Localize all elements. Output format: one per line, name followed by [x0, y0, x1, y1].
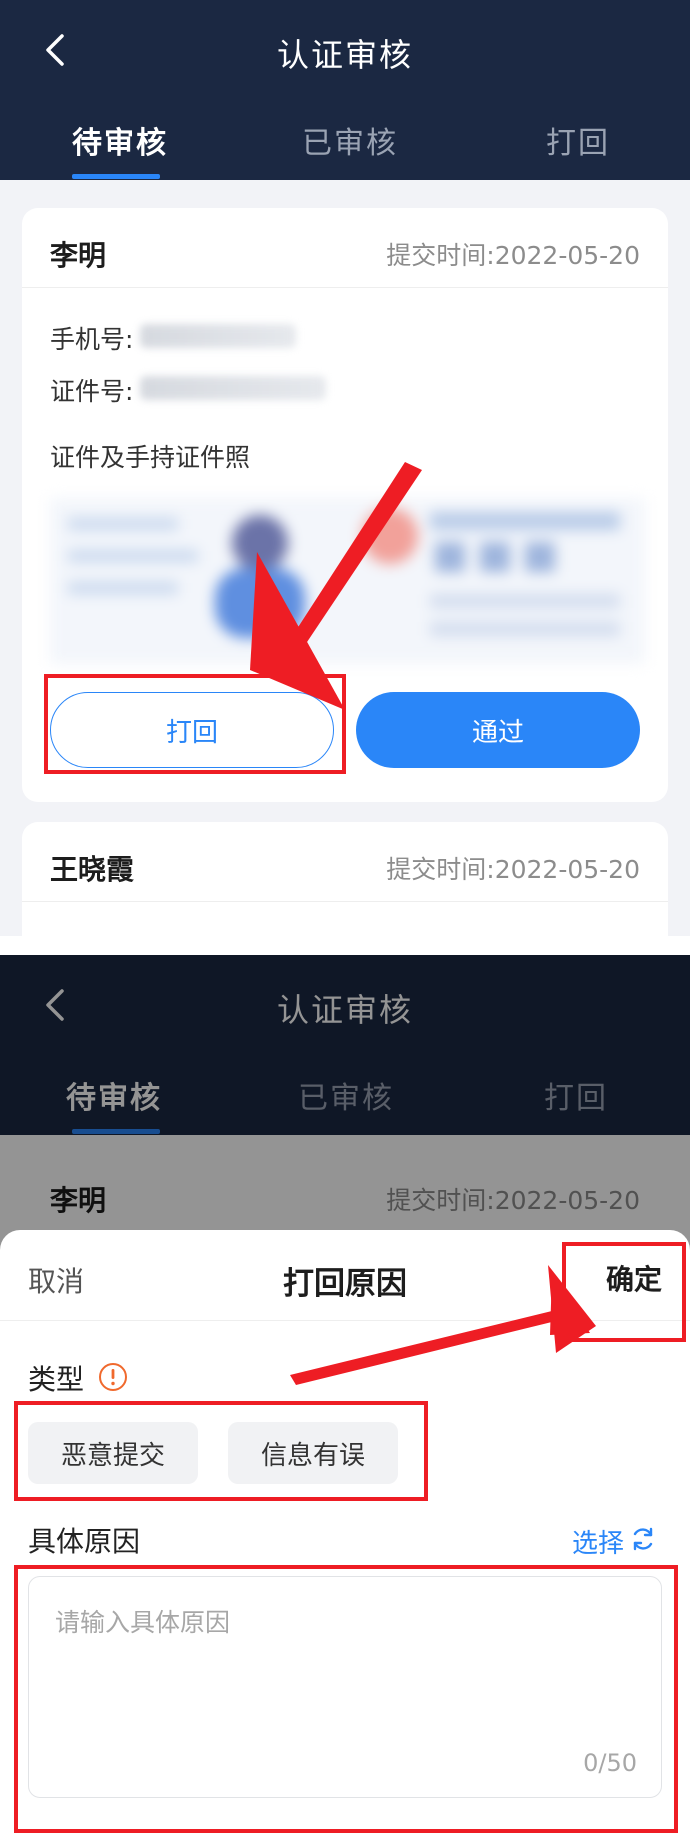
active-tab-indicator	[72, 174, 160, 179]
review-card: 李明 提交时间:2022-05-20 手机号: 证件号: 证件及手持证件照 打回…	[22, 208, 668, 802]
tab-rejected[interactable]: 打回	[546, 118, 610, 162]
id-number-value-blurred	[140, 376, 326, 400]
tab-reviewed[interactable]: 已审核	[302, 118, 398, 162]
page-title: 认证审核	[276, 36, 413, 74]
id-photo-label: 证件及手持证件照	[50, 443, 251, 472]
textarea-placeholder: 请输入具体原因	[55, 1608, 231, 1637]
tab-pending[interactable]: 待审核	[72, 118, 168, 162]
approve-button[interactable]: 通过	[356, 692, 640, 768]
divider	[0, 1320, 690, 1321]
nav-bar: 认证审核 待审核 已审核 打回	[0, 0, 690, 180]
applicant-name: 王晓霞	[50, 853, 135, 886]
warning-icon	[99, 1363, 127, 1391]
phone-label: 手机号:	[50, 325, 134, 354]
review-card: 王晓霞 提交时间:2022-05-20	[22, 822, 668, 936]
submit-time: 提交时间:2022-05-20	[386, 855, 640, 884]
id-card-photo[interactable]	[50, 498, 645, 664]
screen-review-list: 认证审核 待审核 已审核 打回 李明 提交时间:2022-05-20 手机号: …	[0, 0, 690, 936]
type-option-wrong-info[interactable]: 信息有误	[228, 1422, 398, 1484]
sheet-title: 打回原因	[283, 1266, 407, 1302]
char-counter: 0/50	[583, 1749, 637, 1777]
confirm-button[interactable]: 确定	[606, 1258, 662, 1298]
reason-textarea[interactable]: 请输入具体原因 0/50	[28, 1576, 662, 1798]
reject-reason-sheet: 取消 打回原因 确定 类型 恶意提交 信息有误 具体原因 选择 请输入具体原因 …	[0, 1230, 690, 1842]
phone-value-blurred	[140, 324, 296, 348]
reason-label: 具体原因	[28, 1525, 141, 1558]
refresh-icon[interactable]	[630, 1526, 656, 1552]
select-reason-link[interactable]: 选择	[572, 1523, 624, 1560]
type-label: 类型	[28, 1363, 85, 1396]
applicant-name: 李明	[50, 239, 107, 272]
submit-time: 提交时间:2022-05-20	[386, 241, 640, 270]
screen-reject-sheet: 认证审核 待审核 已审核 打回 李明 提交时间:2022-05-20 取消 打回…	[0, 955, 690, 1842]
type-option-malicious[interactable]: 恶意提交	[28, 1422, 198, 1484]
reject-button[interactable]: 打回	[50, 692, 334, 768]
id-number-label: 证件号:	[50, 377, 134, 406]
card-header: 王晓霞 提交时间:2022-05-20	[22, 822, 668, 902]
card-header: 李明 提交时间:2022-05-20	[22, 208, 668, 288]
